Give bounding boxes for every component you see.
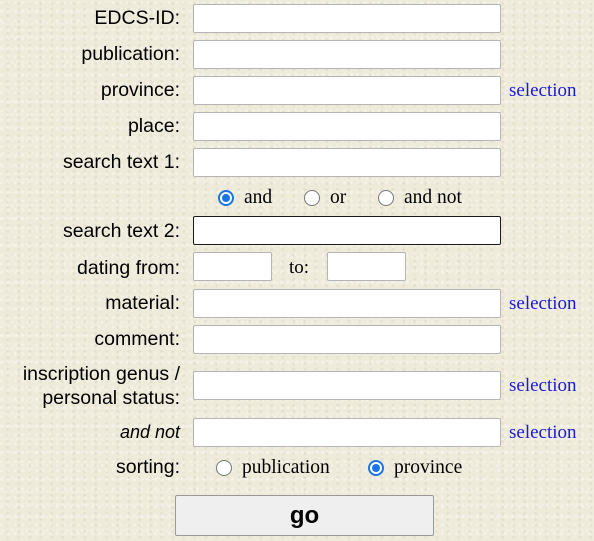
search-text-1-input[interactable] xyxy=(193,148,501,177)
dating-from-label: dating from: xyxy=(77,257,180,279)
material-label: material: xyxy=(105,292,180,314)
sort-publication-label: publication xyxy=(242,457,330,478)
sort-province-radio[interactable] xyxy=(368,460,384,476)
genus-label-line-2: personal status: xyxy=(42,387,180,409)
province-selection-link[interactable]: selection xyxy=(509,80,577,102)
publication-input[interactable] xyxy=(193,40,501,69)
search-text-1-label: search text 1: xyxy=(62,151,180,173)
operator-and-label: and xyxy=(244,187,273,208)
sort-province-label: province xyxy=(394,457,463,478)
genus-label-line-1: inscription genus / xyxy=(22,363,180,385)
place-label: place: xyxy=(127,115,180,137)
operator-or-radio[interactable] xyxy=(304,190,320,206)
material-input[interactable] xyxy=(193,289,501,318)
edcs-id-label: EDCS-ID: xyxy=(94,7,180,29)
dating-to-label: to: xyxy=(289,257,310,278)
dating-from-input[interactable] xyxy=(193,252,272,281)
genus-label: inscription genus / personal status: xyxy=(23,362,180,410)
province-label: province: xyxy=(100,79,180,101)
genus-selection-link[interactable]: selection xyxy=(509,375,577,397)
go-button[interactable]: go xyxy=(175,495,434,536)
search-text-2-label: search text 2: xyxy=(62,220,180,242)
province-input[interactable] xyxy=(193,76,501,105)
sorting-label: sorting: xyxy=(116,456,180,478)
material-selection-link[interactable]: selection xyxy=(509,293,577,315)
and-not-selection-link[interactable]: selection xyxy=(509,422,577,444)
genus-input[interactable] xyxy=(193,371,501,400)
operator-and-not-label: and not xyxy=(404,187,462,208)
operator-and-radio[interactable] xyxy=(218,190,234,206)
comment-label: comment: xyxy=(94,328,180,350)
comment-input[interactable] xyxy=(193,325,501,354)
place-input[interactable] xyxy=(193,112,501,141)
operator-and-not-option[interactable]: and not xyxy=(378,187,462,209)
operator-or-option[interactable]: or xyxy=(304,187,346,209)
publication-label: publication: xyxy=(81,43,180,65)
operator-and-option[interactable]: and xyxy=(218,187,272,209)
sort-publication-option[interactable]: publication xyxy=(216,457,330,479)
operator-or-label: or xyxy=(330,187,347,208)
operator-and-not-radio[interactable] xyxy=(378,190,394,206)
search-text-2-input[interactable] xyxy=(193,216,501,245)
and-not-label: and not xyxy=(119,422,180,442)
sort-publication-radio[interactable] xyxy=(216,460,232,476)
dating-to-input[interactable] xyxy=(327,252,406,281)
and-not-input[interactable] xyxy=(193,418,501,447)
sort-province-option[interactable]: province xyxy=(368,457,462,479)
edcs-id-input[interactable] xyxy=(193,4,501,33)
